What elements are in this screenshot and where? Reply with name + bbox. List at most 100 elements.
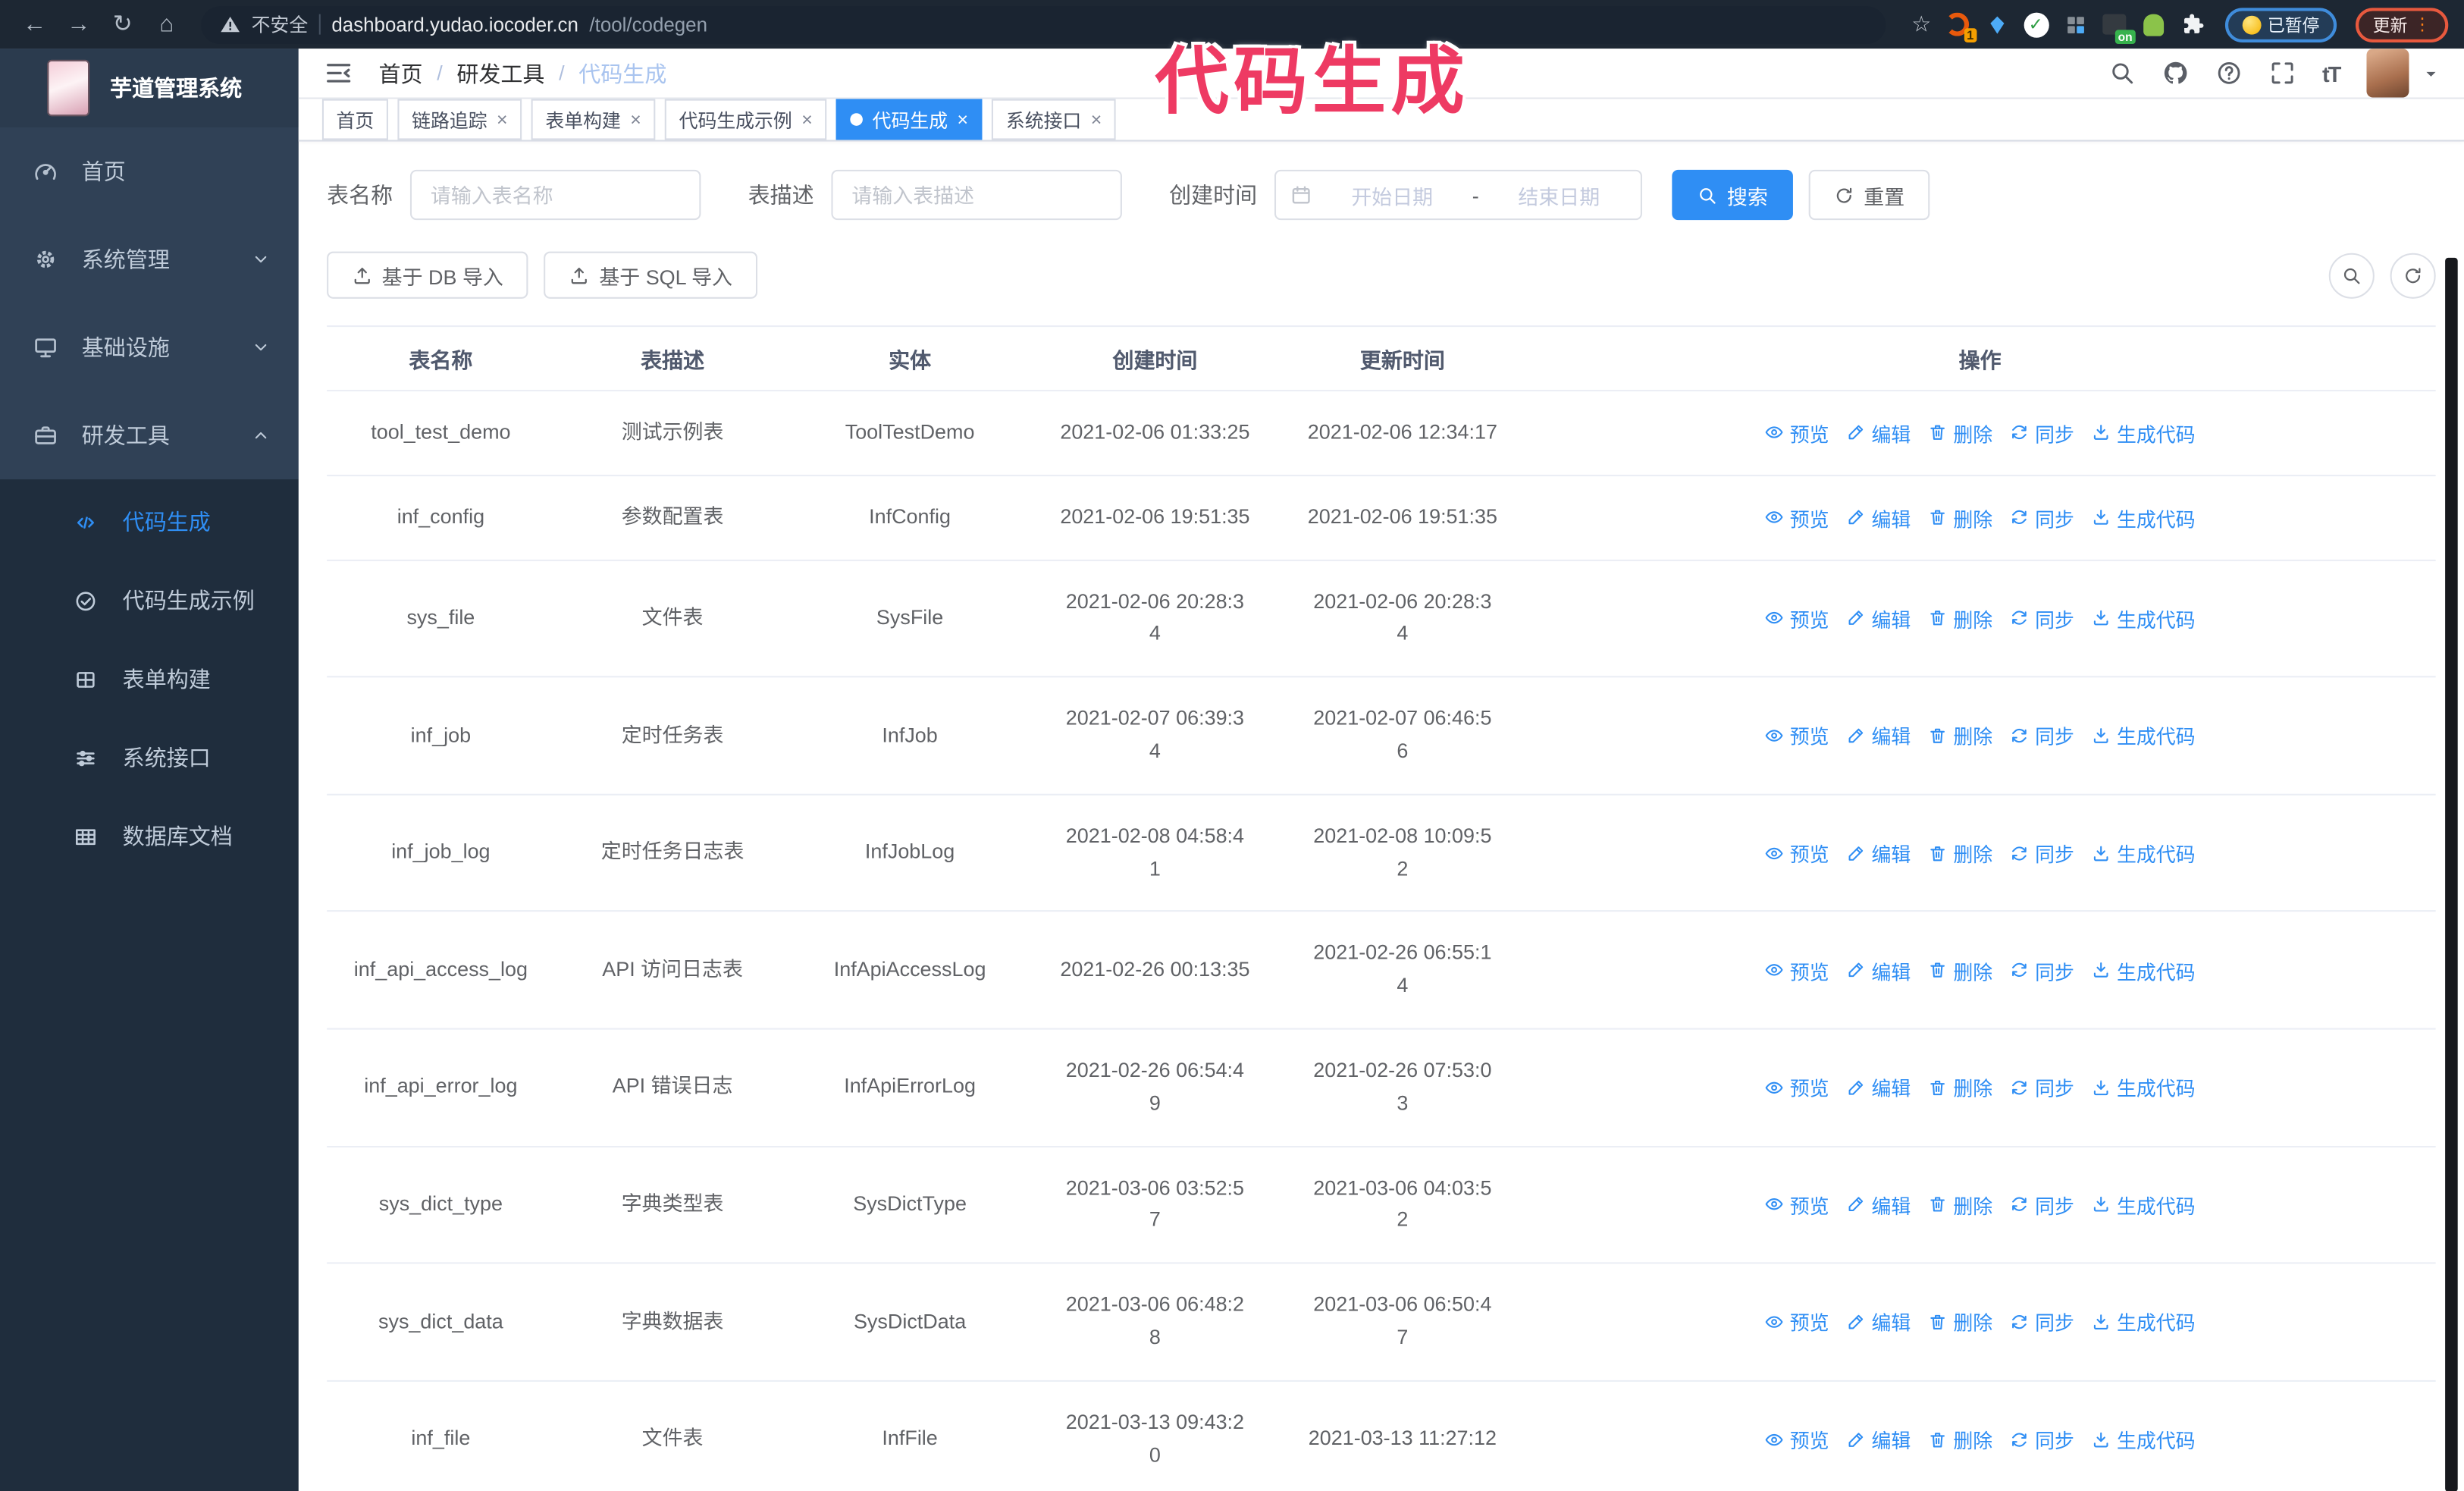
action-delete-link[interactable]: 删除: [1928, 956, 1992, 985]
action-sync-link[interactable]: 同步: [2010, 1190, 2074, 1219]
tab-2[interactable]: 表单构建 ×: [531, 99, 656, 140]
import-sql-button[interactable]: 基于 SQL 导入: [544, 251, 758, 299]
update-button[interactable]: 更新 ⋮: [2355, 7, 2449, 42]
search-button[interactable]: 搜索: [1672, 169, 1793, 221]
action-edit-link[interactable]: 编辑: [1846, 1190, 1911, 1219]
action-edit-link[interactable]: 编辑: [1846, 1307, 1911, 1336]
action-sync-link[interactable]: 同步: [2010, 503, 2074, 532]
browser-reload-icon[interactable]: ↻: [104, 0, 142, 49]
extension-puzzle-icon[interactable]: [2180, 11, 2206, 38]
kebab-menu-icon[interactable]: ⋮: [2414, 16, 2431, 33]
action-generate-link[interactable]: 生成代码: [2092, 956, 2196, 985]
close-tab-icon[interactable]: ×: [958, 110, 969, 129]
action-sync-link[interactable]: 同步: [2010, 418, 2074, 447]
action-sync-link[interactable]: 同步: [2010, 1424, 2074, 1454]
action-preview-link[interactable]: 预览: [1765, 1424, 1829, 1454]
action-delete-link[interactable]: 删除: [1928, 1072, 1992, 1102]
browser-back-icon[interactable]: ←: [16, 0, 54, 49]
date-start-placeholder[interactable]: 开始日期: [1324, 180, 1459, 209]
action-delete-link[interactable]: 删除: [1928, 604, 1992, 633]
action-preview-link[interactable]: 预览: [1765, 720, 1829, 750]
action-preview-link[interactable]: 预览: [1765, 418, 1829, 447]
avatar[interactable]: [2366, 49, 2409, 98]
app-logo-row[interactable]: 芋道管理系统: [0, 49, 299, 127]
action-preview-link[interactable]: 预览: [1765, 838, 1829, 868]
action-edit-link[interactable]: 编辑: [1846, 418, 1911, 447]
action-generate-link[interactable]: 生成代码: [2092, 1307, 2196, 1336]
action-sync-link[interactable]: 同步: [2010, 1072, 2074, 1102]
action-edit-link[interactable]: 编辑: [1846, 1072, 1911, 1102]
action-generate-link[interactable]: 生成代码: [2092, 604, 2196, 633]
action-generate-link[interactable]: 生成代码: [2092, 838, 2196, 868]
extension-on-icon[interactable]: on: [2101, 11, 2136, 45]
table-desc-input[interactable]: [831, 169, 1122, 221]
fullscreen-icon[interactable]: [2269, 60, 2296, 86]
avatar-caret-icon[interactable]: [2423, 65, 2439, 81]
action-edit-link[interactable]: 编辑: [1846, 838, 1911, 868]
github-icon[interactable]: [2162, 60, 2189, 86]
browser-forward-icon[interactable]: →: [60, 0, 98, 49]
address-bar[interactable]: 不安全 dashboard.yudao.iocoder.cn/tool/code…: [201, 5, 1887, 43]
action-preview-link[interactable]: 预览: [1765, 956, 1829, 985]
action-edit-link[interactable]: 编辑: [1846, 503, 1911, 532]
tab-0[interactable]: 首页: [321, 99, 388, 140]
vertical-scrollbar[interactable]: [2445, 257, 2458, 1491]
close-tab-icon[interactable]: ×: [801, 110, 813, 129]
sidebar-subitem-1[interactable]: 代码生成示例: [0, 561, 299, 640]
sidebar-item-0[interactable]: 首页: [0, 127, 299, 215]
sidebar-subitem-3[interactable]: 系统接口: [0, 718, 299, 797]
sidebar-item-2[interactable]: 基础设施: [0, 303, 299, 391]
close-tab-icon[interactable]: ×: [497, 110, 508, 129]
tab-1[interactable]: 链路追踪 ×: [397, 99, 522, 140]
paused-pill-button[interactable]: 已暂停: [2224, 7, 2337, 42]
action-edit-link[interactable]: 编辑: [1846, 604, 1911, 633]
action-sync-link[interactable]: 同步: [2010, 604, 2074, 633]
action-preview-link[interactable]: 预览: [1765, 604, 1829, 633]
close-tab-icon[interactable]: ×: [1091, 110, 1102, 129]
tab-5[interactable]: 系统接口 ×: [992, 99, 1116, 140]
action-delete-link[interactable]: 删除: [1928, 838, 1992, 868]
tab-3[interactable]: 代码生成示例 ×: [664, 99, 827, 140]
action-delete-link[interactable]: 删除: [1928, 1424, 1992, 1454]
sidebar-subitem-4[interactable]: 数据库文档: [0, 797, 299, 876]
refresh-table-button[interactable]: [2390, 252, 2436, 298]
tab-4[interactable]: 代码生成 ×: [835, 99, 983, 140]
action-edit-link[interactable]: 编辑: [1846, 1424, 1911, 1454]
action-preview-link[interactable]: 预览: [1765, 503, 1829, 532]
extension-check-icon[interactable]: ✓: [2023, 11, 2049, 38]
action-delete-link[interactable]: 删除: [1928, 720, 1992, 750]
sidebar-subitem-0[interactable]: 代码生成: [0, 482, 299, 561]
breadcrumb-dev-tools[interactable]: 研发工具: [456, 58, 544, 89]
extension-gem-icon[interactable]: [1983, 11, 2010, 38]
action-generate-link[interactable]: 生成代码: [2092, 503, 2196, 532]
action-delete-link[interactable]: 删除: [1928, 418, 1992, 447]
reset-button[interactable]: 重置: [1808, 169, 1930, 221]
breadcrumb-home[interactable]: 首页: [379, 58, 423, 89]
bookmark-star-icon[interactable]: ☆: [1911, 11, 1931, 38]
action-generate-link[interactable]: 生成代码: [2092, 720, 2196, 750]
import-db-button[interactable]: 基于 DB 导入: [327, 251, 529, 299]
action-preview-link[interactable]: 预览: [1765, 1307, 1829, 1336]
header-search-icon[interactable]: [2108, 60, 2135, 86]
hamburger-icon[interactable]: [324, 58, 353, 88]
toggle-search-button[interactable]: [2328, 252, 2375, 298]
extension-icon[interactable]: 1: [1944, 11, 1977, 42]
date-range-picker[interactable]: 开始日期 - 结束日期: [1274, 169, 1642, 221]
sidebar-subitem-2[interactable]: 表单构建: [0, 640, 299, 719]
extension-grid-icon[interactable]: [2061, 11, 2088, 38]
date-end-placeholder[interactable]: 结束日期: [1491, 180, 1626, 209]
action-generate-link[interactable]: 生成代码: [2092, 1072, 2196, 1102]
action-generate-link[interactable]: 生成代码: [2092, 1190, 2196, 1219]
action-sync-link[interactable]: 同步: [2010, 720, 2074, 750]
action-delete-link[interactable]: 删除: [1928, 1190, 1992, 1219]
action-generate-link[interactable]: 生成代码: [2092, 1424, 2196, 1454]
action-sync-link[interactable]: 同步: [2010, 956, 2074, 985]
sidebar-item-1[interactable]: 系统管理: [0, 215, 299, 303]
browser-home-icon[interactable]: ⌂: [148, 0, 186, 49]
action-delete-link[interactable]: 删除: [1928, 503, 1992, 532]
font-size-icon[interactable]: tT: [2322, 61, 2341, 86]
action-delete-link[interactable]: 删除: [1928, 1307, 1992, 1336]
action-preview-link[interactable]: 预览: [1765, 1190, 1829, 1219]
action-edit-link[interactable]: 编辑: [1846, 956, 1911, 985]
sidebar-item-3[interactable]: 研发工具: [0, 391, 299, 479]
